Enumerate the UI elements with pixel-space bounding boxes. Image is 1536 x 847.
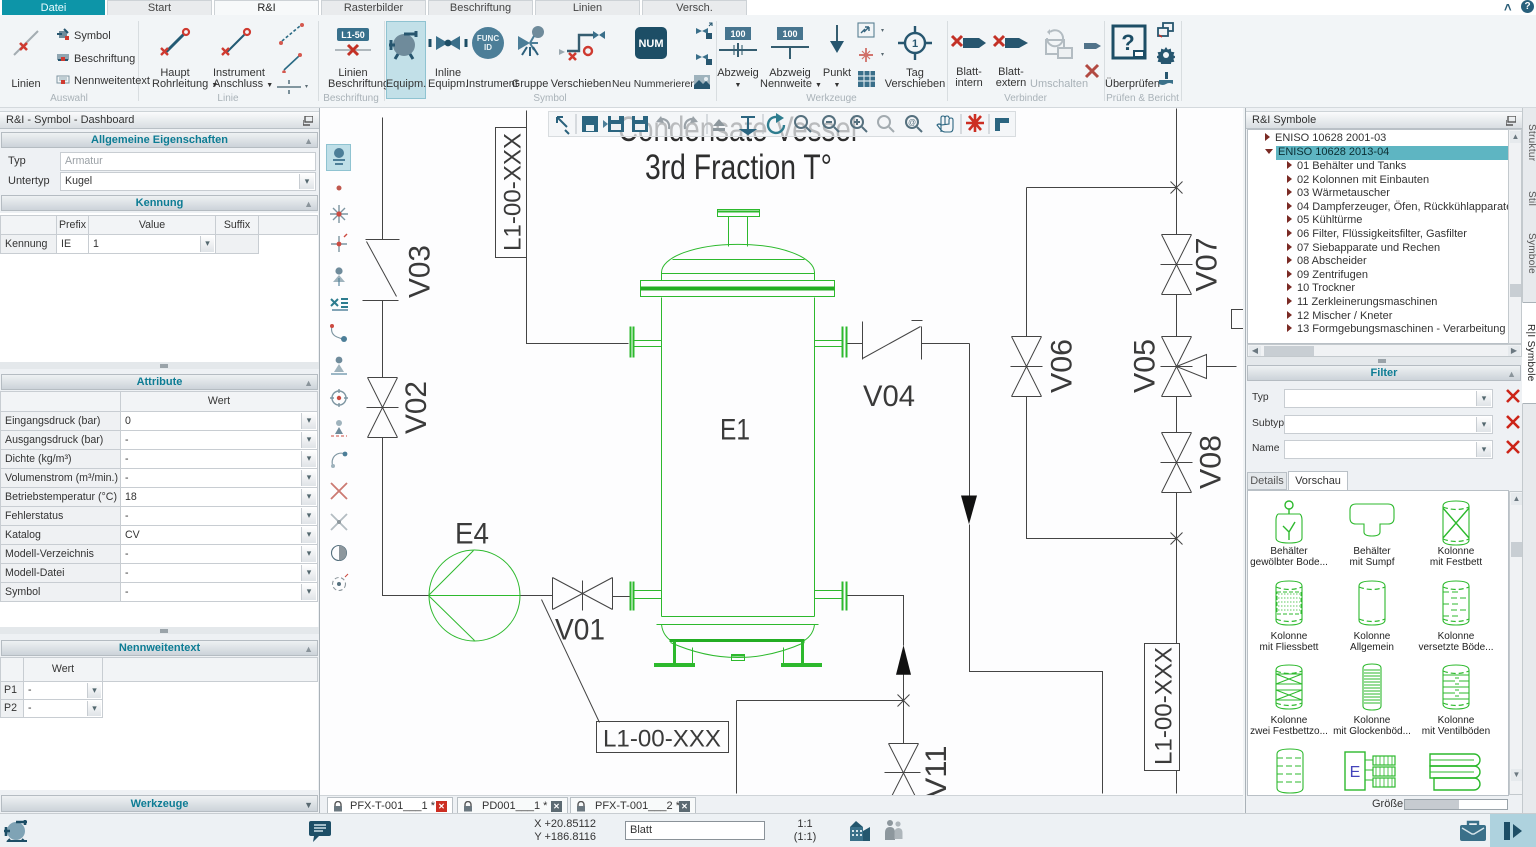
svg-text:NUM: NUM — [638, 38, 663, 50]
svg-text:V05: V05 — [1129, 339, 1162, 393]
svg-text:L1-00-XXX: L1-00-XXX — [500, 133, 527, 251]
svg-text:V06: V06 — [1046, 339, 1079, 393]
svg-text:E4: E4 — [455, 518, 489, 551]
svg-text:V11: V11 — [920, 746, 953, 796]
svg-text:3rd Fraction T°: 3rd Fraction T° — [645, 148, 832, 187]
svg-text:V03: V03 — [403, 245, 436, 298]
svg-text:ID: ID — [484, 43, 492, 52]
svg-text:V04: V04 — [863, 380, 915, 413]
svg-text:?: ? — [1121, 30, 1134, 55]
svg-text:V01: V01 — [555, 613, 605, 646]
svg-text:V02: V02 — [400, 381, 433, 434]
svg-text:E1: E1 — [720, 414, 750, 447]
svg-text:100: 100 — [782, 29, 797, 39]
svg-text:E: E — [1350, 764, 1361, 781]
svg-text:V08: V08 — [1195, 435, 1228, 489]
svg-text:FUNC: FUNC — [477, 34, 499, 43]
svg-text:L1-00-XXX: L1-00-XXX — [1151, 647, 1178, 765]
svg-text:L1-50: L1-50 — [341, 30, 365, 40]
svg-text:V07: V07 — [1191, 238, 1224, 292]
svg-text:L1-00-XXX: L1-00-XXX — [603, 726, 721, 753]
svg-text:@: @ — [908, 118, 916, 127]
svg-text:100: 100 — [730, 29, 745, 39]
svg-text:1: 1 — [912, 38, 918, 50]
